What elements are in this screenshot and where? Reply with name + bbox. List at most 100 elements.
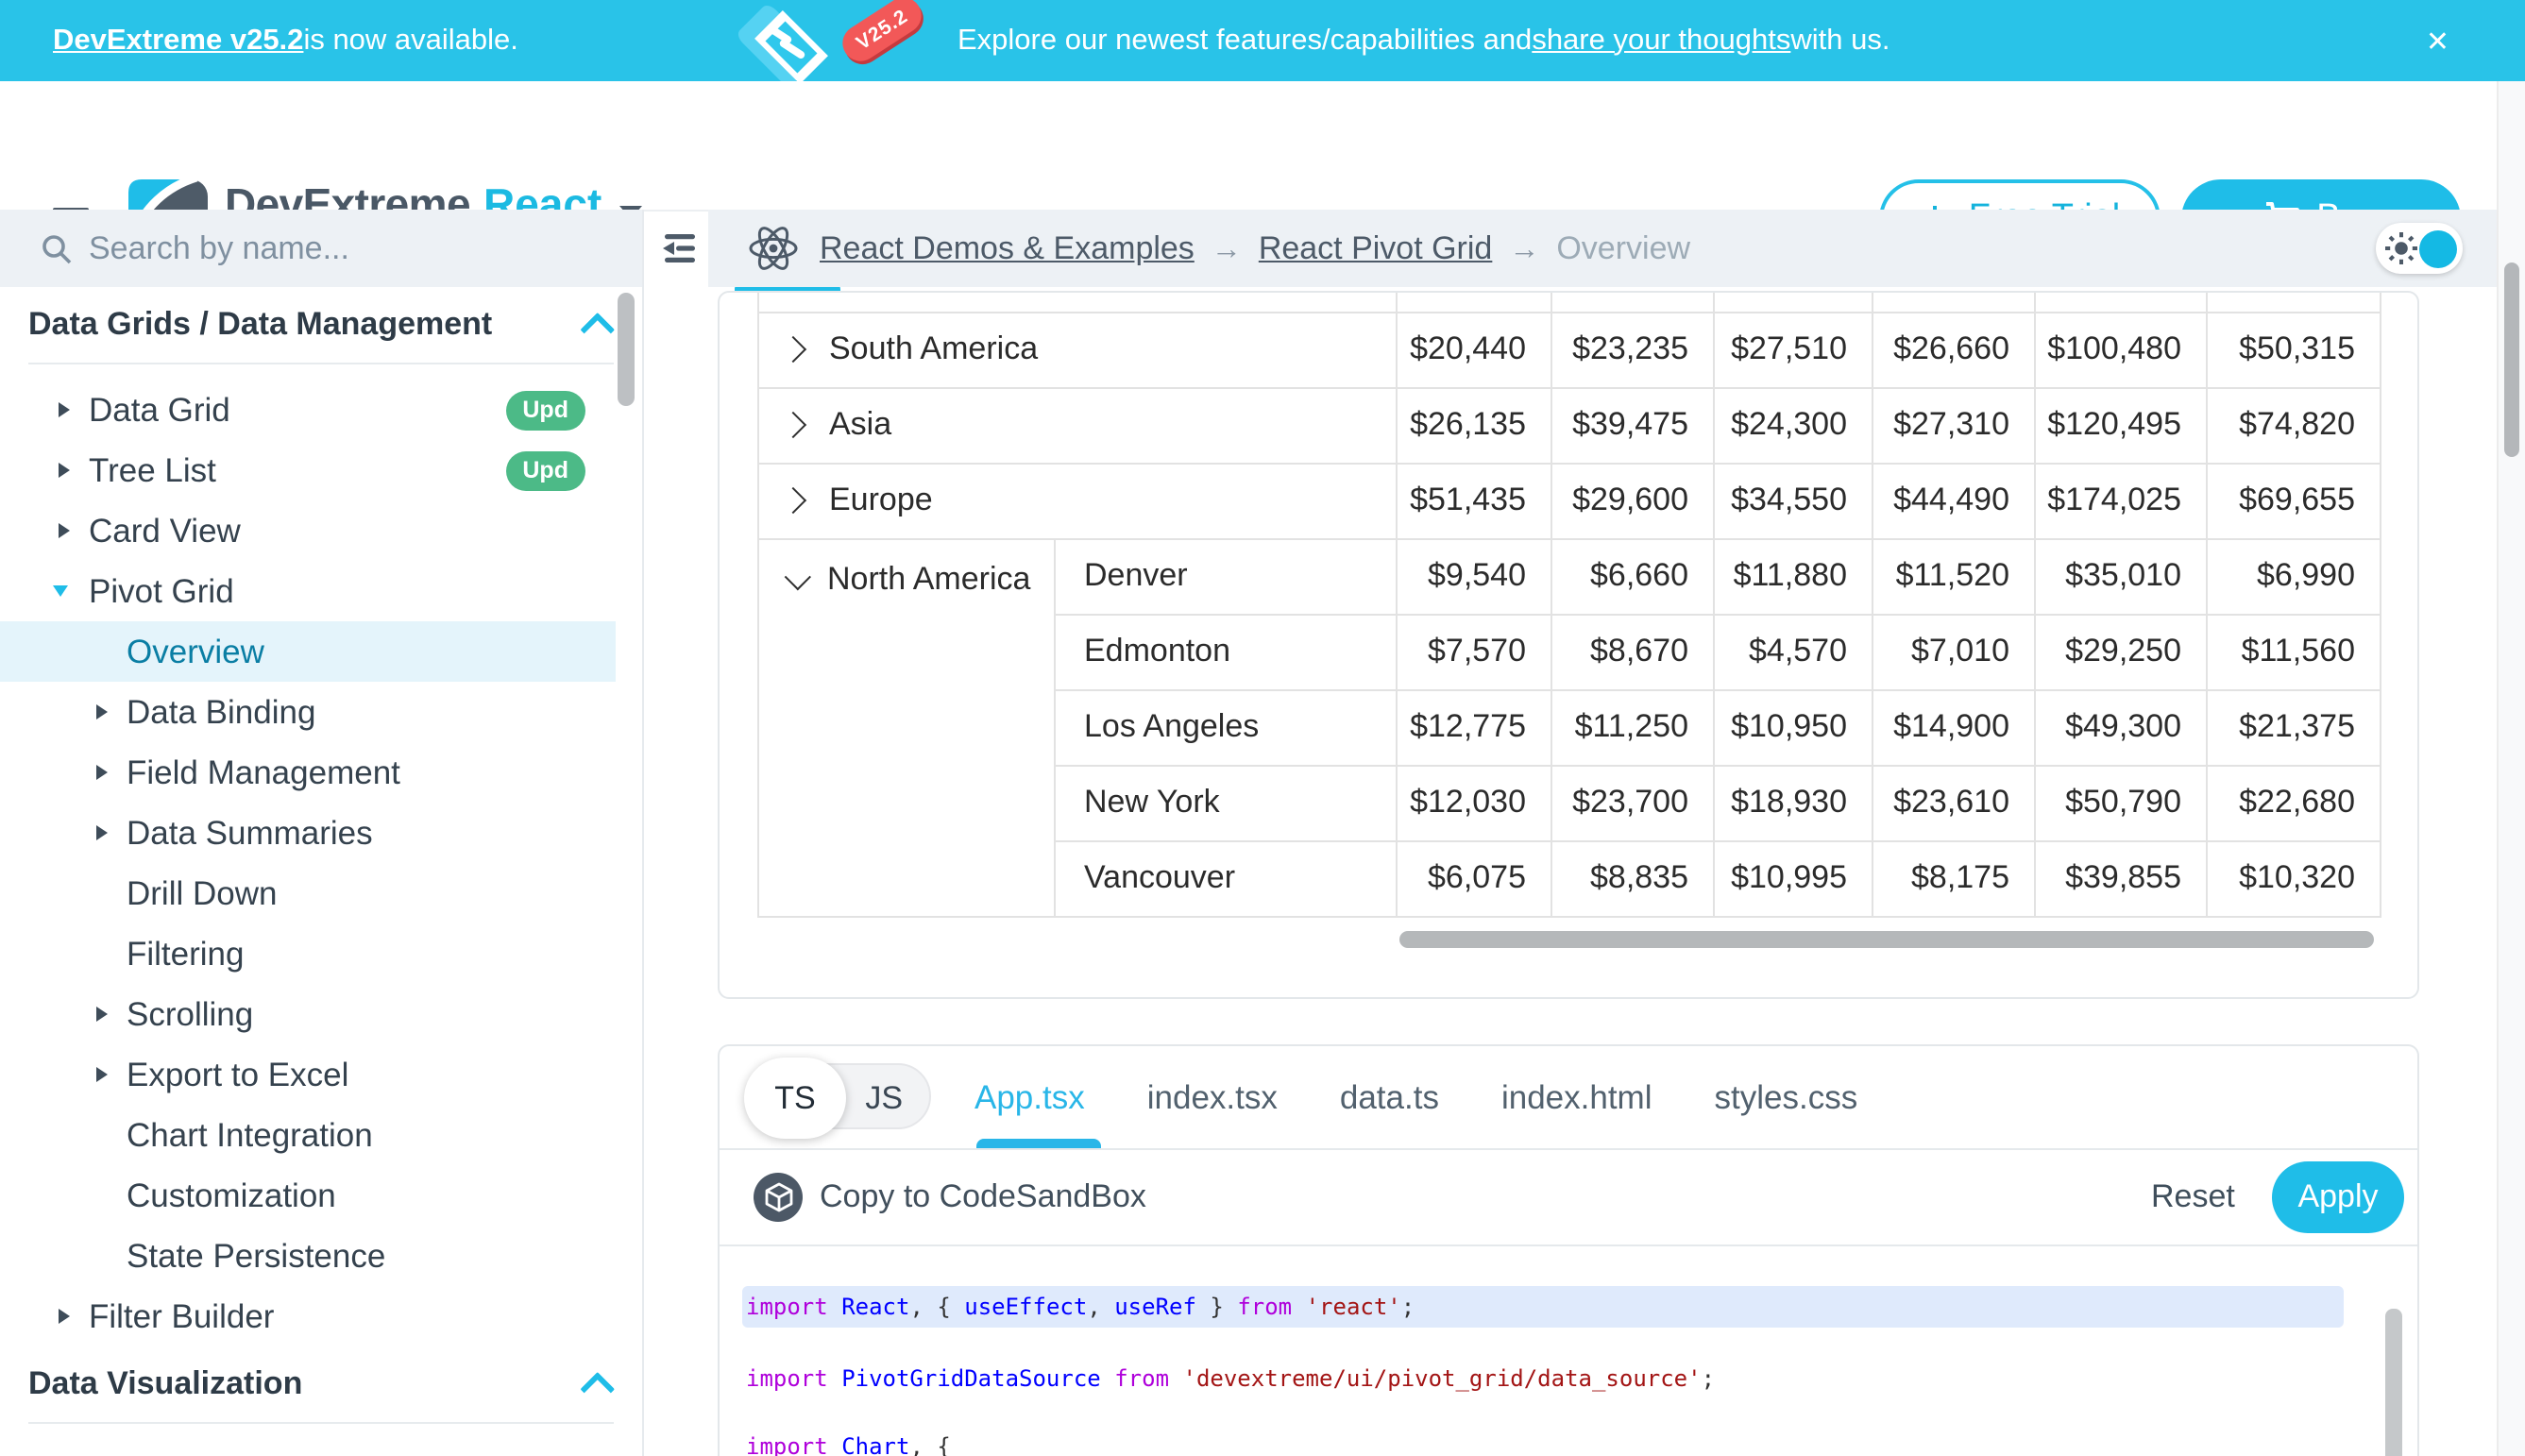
sidebar-item-pivot-grid[interactable]: Pivot Grid — [0, 561, 642, 621]
sidebar-item-drill-down[interactable]: Drill Down — [0, 863, 642, 923]
breadcrumb-item-react-demos-examples[interactable]: React Demos & Examples — [820, 229, 1195, 265]
pivot-value-cell[interactable]: $100,480 — [2035, 312, 2207, 387]
pivot-value-cell[interactable]: $22,680 — [2207, 765, 2381, 840]
pivot-value-cell[interactable]: $49,300 — [2035, 689, 2207, 765]
pivot-value-cell[interactable]: $35,010 — [2035, 538, 2207, 614]
pivot-row-subheader[interactable]: Los Angeles — [1055, 689, 1397, 765]
page-scrollbar-track[interactable] — [2497, 81, 2525, 1456]
sidebar-item-card-view[interactable]: Card View — [0, 500, 642, 561]
pivot-value-cell[interactable]: $21,375 — [2207, 689, 2381, 765]
sidebar-item-customization[interactable]: Customization — [0, 1165, 642, 1226]
chevron-down-icon[interactable] — [785, 563, 811, 589]
copy-to-codesandbox-button[interactable]: Copy to CodeSandBox — [820, 1150, 1146, 1244]
pivot-value-cell[interactable]: $12,030 — [1397, 765, 1551, 840]
pivot-value-cell[interactable]: $9,540 — [1397, 538, 1551, 614]
tab-index-tsx[interactable]: index.tsx — [1147, 1077, 1278, 1117]
tab-App-tsx[interactable]: App.tsx — [974, 1077, 1085, 1117]
pivot-row-subheader[interactable]: Vancouver — [1055, 840, 1397, 916]
tab-styles-css[interactable]: styles.css — [1715, 1077, 1858, 1117]
pivot-value-cell[interactable]: $7,010 — [1873, 614, 2035, 689]
language-toggle[interactable]: TS JS — [746, 1063, 931, 1129]
pivot-value-cell[interactable]: $34,550 — [1714, 463, 1873, 538]
pivot-row-header[interactable]: Europe — [758, 463, 1397, 538]
pivot-value-cell[interactable]: $8,835 — [1551, 840, 1714, 916]
sidebar-item-field-management[interactable]: Field Management — [0, 742, 642, 803]
banner-version-link[interactable]: DevExtreme v25.2 — [53, 24, 303, 58]
pivot-value-cell[interactable]: $6,075 — [1397, 840, 1551, 916]
pivot-value-cell[interactable]: $50,790 — [2035, 765, 2207, 840]
sidebar-item-scrolling[interactable]: Scrolling — [0, 984, 642, 1044]
sidebar-item-data-binding[interactable]: Data Binding — [0, 682, 642, 742]
pivot-row-header[interactable]: South America — [758, 312, 1397, 387]
pivot-value-cell[interactable]: $6,990 — [2207, 538, 2381, 614]
pivot-row-subheader[interactable]: New York — [1055, 765, 1397, 840]
pivot-value-cell[interactable]: $69,655 — [2207, 463, 2381, 538]
sidebar-item-data-summaries[interactable]: Data Summaries — [0, 803, 642, 863]
pivot-value-cell[interactable]: $11,250 — [1551, 689, 1714, 765]
code-line[interactable]: import PivotGridDataSource from 'devextr… — [742, 1358, 2344, 1399]
chevron-right-icon[interactable] — [780, 412, 806, 438]
close-icon[interactable]: ✕ — [2426, 0, 2449, 81]
sidebar-search[interactable]: Search by name... — [0, 210, 642, 289]
theme-toggle[interactable] — [2376, 223, 2463, 274]
pivot-value-cell[interactable]: $44,490 — [1873, 463, 2035, 538]
sidebar-item-filter-builder[interactable]: Filter Builder — [0, 1286, 642, 1346]
tab-index-html[interactable]: index.html — [1501, 1077, 1652, 1117]
pivot-value-cell[interactable]: $10,950 — [1714, 689, 1873, 765]
chevron-right-icon[interactable] — [780, 336, 806, 363]
pivot-value-cell[interactable]: $10,320 — [2207, 840, 2381, 916]
pivot-row-header[interactable]: Asia — [758, 387, 1397, 463]
pivot-value-cell[interactable]: $50,315 — [2207, 312, 2381, 387]
pivot-value-cell[interactable]: $18,930 — [1714, 765, 1873, 840]
sidebar-item-export-to-excel[interactable]: Export to Excel — [0, 1044, 642, 1105]
pivot-value-cell[interactable]: $51,435 — [1397, 463, 1551, 538]
sidebar-section-header[interactable]: Data Visualization — [0, 1346, 642, 1422]
pivot-horizontal-scrollbar[interactable] — [1399, 931, 2374, 950]
pivot-value-cell[interactable]: $6,660 — [1551, 538, 1714, 614]
pivot-row-header[interactable]: North America — [758, 538, 1055, 916]
sidebar-scrollbar[interactable] — [618, 293, 635, 406]
sidebar-item-data-grid[interactable]: Data GridUpd — [0, 380, 642, 440]
sidebar-item-chart-integration[interactable]: Chart Integration — [0, 1105, 642, 1165]
code-editor[interactable]: import React, { useEffect, useRef } from… — [720, 1246, 2417, 1456]
chevron-right-icon[interactable] — [780, 487, 806, 514]
pivot-value-cell[interactable]: $12,775 — [1397, 689, 1551, 765]
collapse-sidebar-icon[interactable] — [659, 234, 697, 262]
pivot-value-cell[interactable]: $8,175 — [1873, 840, 2035, 916]
pivot-value-cell[interactable]: $7,570 — [1397, 614, 1551, 689]
chevron-up-icon[interactable] — [580, 312, 615, 347]
pivot-value-cell[interactable]: $20,440 — [1397, 312, 1551, 387]
pivot-value-cell[interactable]: $11,520 — [1873, 538, 2035, 614]
pivot-value-cell[interactable]: $10,995 — [1714, 840, 1873, 916]
breadcrumb-item-react-pivot-grid[interactable]: React Pivot Grid — [1259, 229, 1493, 265]
page-scrollbar-thumb[interactable] — [2504, 262, 2519, 457]
pivot-value-cell[interactable]: $11,560 — [2207, 614, 2381, 689]
sidebar-section-header[interactable]: Data Grids / Data Management — [0, 287, 642, 363]
code-line[interactable]: import React, { useEffect, useRef } from… — [742, 1286, 2344, 1328]
pivot-value-cell[interactable]: $23,610 — [1873, 765, 2035, 840]
pivot-value-cell[interactable]: $26,135 — [1397, 387, 1551, 463]
pivot-value-cell[interactable]: $27,310 — [1873, 387, 2035, 463]
tab-data-ts[interactable]: data.ts — [1340, 1077, 1439, 1117]
pivot-row-subheader[interactable]: Edmonton — [1055, 614, 1397, 689]
pivot-value-cell[interactable]: $8,670 — [1551, 614, 1714, 689]
pivot-value-cell[interactable]: $4,570 — [1714, 614, 1873, 689]
pivot-value-cell[interactable]: $11,880 — [1714, 538, 1873, 614]
pivot-value-cell[interactable]: $120,495 — [2035, 387, 2207, 463]
pivot-value-cell[interactable]: $29,250 — [2035, 614, 2207, 689]
chevron-up-icon[interactable] — [580, 1371, 615, 1406]
pivot-value-cell[interactable]: $23,235 — [1551, 312, 1714, 387]
theme-toggle-knob[interactable] — [2419, 229, 2457, 267]
codesandbox-icon[interactable] — [754, 1173, 803, 1222]
sidebar-item-state-persistence[interactable]: State Persistence — [0, 1226, 642, 1286]
share-your-thoughts-link[interactable]: share your thoughts — [1532, 24, 1790, 58]
code-line[interactable]: import Chart, { — [742, 1426, 2344, 1456]
apply-button[interactable]: Apply — [2272, 1161, 2404, 1233]
sidebar-item-filtering[interactable]: Filtering — [0, 923, 642, 984]
pivot-value-cell[interactable]: $39,855 — [2035, 840, 2207, 916]
pivot-value-cell[interactable]: $27,510 — [1714, 312, 1873, 387]
reset-button[interactable]: Reset — [2151, 1150, 2235, 1244]
pivot-value-cell[interactable]: $23,700 — [1551, 765, 1714, 840]
pivot-row-subheader[interactable]: Denver — [1055, 538, 1397, 614]
pivot-value-cell[interactable]: $74,820 — [2207, 387, 2381, 463]
